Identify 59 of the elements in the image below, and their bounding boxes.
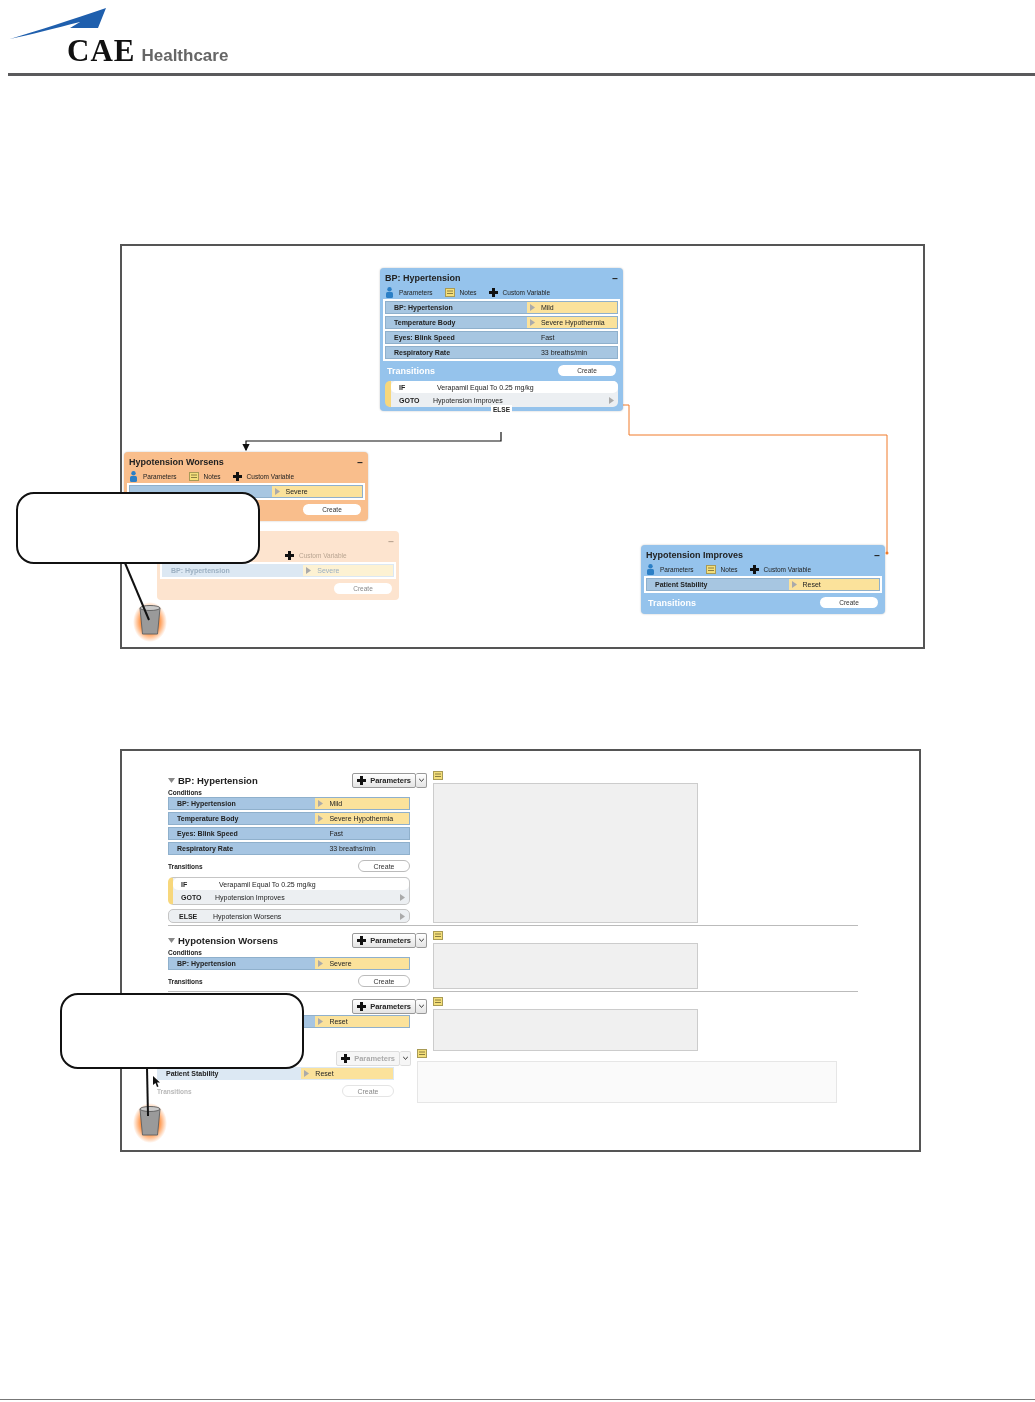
- state-title: Hypotension Worsens: [129, 457, 224, 467]
- leader-line: [146, 1067, 149, 1117]
- leader-line: [124, 562, 150, 621]
- triangle-icon: [529, 304, 535, 311]
- triangle-icon: [274, 488, 280, 495]
- plus-icon: [285, 550, 294, 560]
- note-icon: [188, 471, 199, 481]
- chevron-icon: [418, 1004, 424, 1008]
- transitions-label: Transitions: [648, 597, 696, 608]
- triangle-icon: [318, 960, 324, 967]
- section-title: Hypotension Worsens: [178, 934, 279, 946]
- plus-icon: [357, 775, 367, 785]
- plus-icon: [341, 1053, 351, 1063]
- chevron-icon: [402, 1056, 408, 1060]
- triangle-icon: [609, 396, 614, 404]
- person-icon: [385, 286, 394, 298]
- expanded-triangle-icon[interactable]: [168, 776, 175, 784]
- dropdown-button[interactable]: [416, 772, 427, 788]
- state-title: BP: Hypertension: [385, 273, 461, 283]
- triangle-icon: [304, 1070, 310, 1077]
- plus-icon: [749, 564, 759, 574]
- triangle-icon: [400, 893, 405, 901]
- dropdown-button[interactable]: [416, 932, 427, 948]
- person-icon: [129, 470, 138, 482]
- chevron-icon: [418, 938, 424, 942]
- notes-field[interactable]: [433, 783, 698, 923]
- plus-icon: [357, 1001, 367, 1011]
- expanded-triangle-icon[interactable]: [168, 936, 175, 944]
- notes-field[interactable]: [417, 1061, 837, 1103]
- triangle-icon: [400, 912, 405, 920]
- collapse-toggle[interactable]: −: [612, 272, 618, 284]
- cursor-icon: [153, 1076, 160, 1087]
- transitions-label: Transitions: [387, 365, 435, 376]
- triangle-icon: [791, 581, 797, 588]
- triangle-icon: [306, 567, 312, 574]
- state-card[interactable]: [380, 268, 623, 411]
- note-icon: [433, 931, 443, 940]
- note-icon: [444, 287, 455, 297]
- brand-subtitle: Healthcare: [141, 46, 229, 66]
- triangle-icon: [318, 800, 324, 807]
- chevron-icon: [418, 778, 424, 782]
- note-icon: [433, 997, 443, 1006]
- triangle-icon: [318, 815, 324, 822]
- plus-icon: [232, 471, 242, 481]
- plus-icon: [488, 287, 498, 297]
- notes-field[interactable]: [433, 1009, 698, 1051]
- person-icon: [646, 563, 655, 575]
- triangle-icon: [529, 319, 535, 326]
- note-icon: [705, 564, 716, 574]
- note-icon: [433, 771, 443, 780]
- plus-icon: [357, 935, 367, 945]
- notes-field[interactable]: [433, 943, 698, 989]
- brand-name: CAE: [67, 33, 136, 69]
- note-icon: [417, 1049, 427, 1058]
- collapse-toggle[interactable]: −: [357, 456, 363, 468]
- section-title: BP: Hypertension: [178, 774, 258, 786]
- dropdown-button[interactable]: [416, 998, 427, 1014]
- state-title: Hypotension Improves: [646, 550, 744, 560]
- collapse-toggle[interactable]: −: [874, 549, 880, 561]
